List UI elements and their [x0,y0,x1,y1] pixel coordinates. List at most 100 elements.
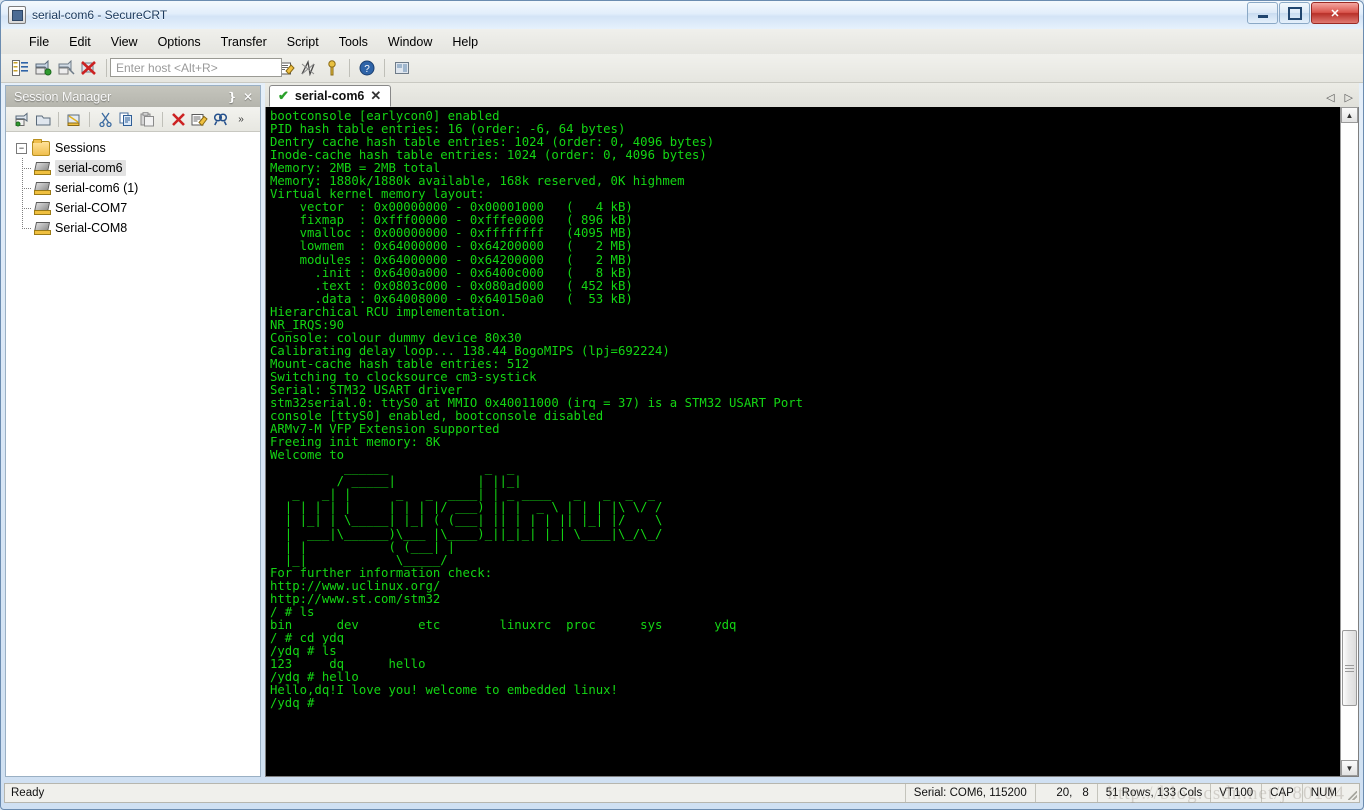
status-message: Ready [11,787,45,799]
serial-session-icon [33,201,51,215]
menu-transfer[interactable]: Transfer [211,32,277,52]
terminal-boot-log: bootconsole [earlycon0] enabled PID hash… [270,109,804,463]
minimize-icon [1257,14,1268,18]
cut-icon[interactable] [95,109,115,129]
menu-help[interactable]: Help [442,32,488,52]
arrange-icon[interactable] [391,57,413,79]
menu-script[interactable]: Script [277,32,329,52]
session-label: Serial-COM8 [55,221,128,235]
panel-close-icon[interactable]: ✕ [240,89,256,105]
securecrt-window: serial-com6 - SecureCRT ✕ File Edit View… [0,0,1364,810]
status-row: 20, [1056,787,1073,799]
host-input-placeholder: Enter host <Alt+R> [116,60,218,75]
tab-scroll-right-icon[interactable]: ▷ [1345,91,1353,104]
tree-connector [22,158,34,178]
serial-session-icon [33,161,51,175]
svg-text:?: ? [364,64,370,75]
overflow-label: » [238,113,244,125]
serial-session-icon [33,221,51,235]
overflow-icon[interactable]: » [231,109,251,129]
session-manager-panel: Session Manager ❵ ✕ » − Sessions serial-… [5,85,261,777]
help-icon[interactable]: ? [356,57,378,79]
folder-icon [32,138,50,156]
window-controls: ✕ [1247,2,1359,24]
terminal-panel: ✔ serial-com6 ✕ ◁ ▷ bootconsole [earlyco… [265,83,1359,777]
scrollbar-grip-icon [1345,664,1354,672]
new-session-icon[interactable] [12,109,32,129]
connect-sftp-icon[interactable] [55,57,77,79]
tab-scroll-controls: ◁ ▷ [1326,91,1353,104]
terminal-ascii-art: ______ _ _ / _____| | ||_| _ _| | _ _ __… [284,461,663,567]
status-caps-indicator: CAP [1261,784,1302,802]
session-manager-toolbar: » [6,107,260,132]
terminal-shell-output: For further information check: http://ww… [270,565,737,711]
copy-icon[interactable] [116,109,136,129]
toolbar-separator [89,111,90,127]
terminal-screen[interactable]: bootconsole [earlycon0] enabled PID hash… [266,107,1340,776]
status-connection: Serial: COM6, 115200 [904,784,1035,802]
properties-icon[interactable] [189,109,209,129]
delete-icon[interactable] [168,109,188,129]
pin-icon[interactable]: ❵ [224,89,240,105]
minimize-button[interactable] [1247,2,1278,24]
serial-session-icon [33,181,51,195]
resize-grip-icon[interactable] [1345,784,1359,802]
scrollbar-thumb[interactable] [1342,630,1357,706]
close-icon: ✕ [1330,7,1340,20]
title-bar: serial-com6 - SecureCRT ✕ [1,1,1363,30]
maximize-icon [1287,6,1302,20]
tab-label: serial-com6 [294,89,365,103]
status-num-indicator: NUM [1301,784,1345,802]
toolbar-separator [58,111,59,127]
menu-view[interactable]: View [101,32,148,52]
session-label: serial-com6 [55,160,126,176]
app-icon [8,6,26,24]
status-emulation: VT100 [1210,784,1261,802]
menu-edit[interactable]: Edit [59,32,101,52]
tree-root-label: Sessions [55,141,106,155]
new-folder-icon[interactable] [33,109,53,129]
global-options-icon[interactable] [298,57,320,79]
session-item-serial-com6[interactable]: serial-com6 [6,158,260,178]
session-tree: − Sessions serial-com6 serial-com6 (1) S… [6,132,260,776]
tree-root-sessions[interactable]: − Sessions [6,138,260,158]
tab-serial-com6[interactable]: ✔ serial-com6 ✕ [269,85,392,107]
tab-close-icon[interactable]: ✕ [370,88,381,104]
session-item-serial-com6-1[interactable]: serial-com6 (1) [6,178,260,198]
status-screen-size: 51 Rows, 133 Cols [1096,784,1211,802]
scrollbar-track[interactable] [1341,123,1358,760]
session-item-serial-com7[interactable]: Serial-COM7 [6,198,260,218]
connect-icon[interactable] [64,109,84,129]
tree-connector [22,178,34,198]
session-manager-header: Session Manager ❵ ✕ [6,86,260,107]
connect-icon[interactable] [32,57,54,79]
tab-scroll-left-icon[interactable]: ◁ [1326,91,1334,104]
session-manager-icon[interactable] [9,57,31,79]
collapse-expander-icon[interactable]: − [16,142,27,154]
paste-icon[interactable] [137,109,157,129]
status-cursor-position: 20, 8 [1034,784,1097,802]
menu-options[interactable]: Options [148,32,211,52]
window-title: serial-com6 - SecureCRT [32,8,168,22]
connected-check-icon: ✔ [278,88,289,103]
menu-window[interactable]: Window [378,32,442,52]
menu-bar: File Edit View Options Transfer Script T… [1,29,1363,55]
status-col: 8 [1082,787,1089,799]
terminal-scrollbar[interactable]: ▲ ▼ [1340,107,1358,776]
close-button[interactable]: ✕ [1311,2,1359,24]
toolbar-separator [162,111,163,127]
session-item-serial-com8[interactable]: Serial-COM8 [6,218,260,238]
tab-strip: ✔ serial-com6 ✕ ◁ ▷ [265,83,1359,108]
terminal-wrapper: bootconsole [earlycon0] enabled PID hash… [265,107,1359,777]
session-label: serial-com6 (1) [55,181,139,195]
disconnect-icon[interactable] [78,57,100,79]
host-input[interactable]: Enter host <Alt+R> [110,58,282,77]
toolbar-separator [349,59,350,77]
menu-tools[interactable]: Tools [329,32,378,52]
scroll-down-icon[interactable]: ▼ [1341,760,1358,776]
maximize-button[interactable] [1279,2,1310,24]
key-icon[interactable] [321,57,343,79]
scroll-up-icon[interactable]: ▲ [1341,107,1358,123]
menu-file[interactable]: File [19,32,59,52]
find-icon[interactable] [210,109,230,129]
